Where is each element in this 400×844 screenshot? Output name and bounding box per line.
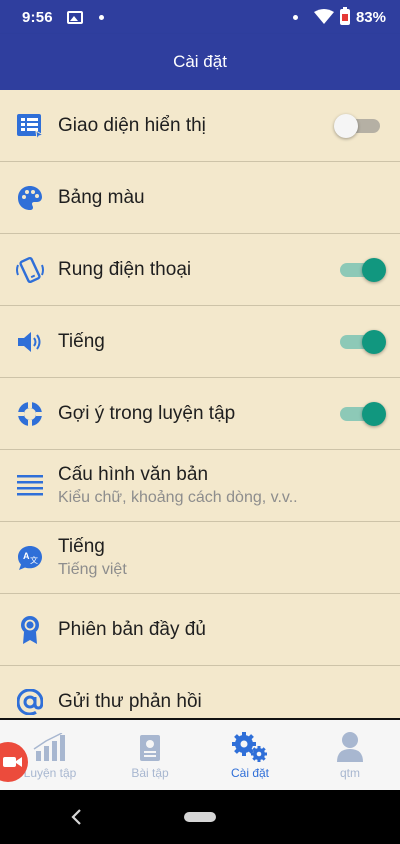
settings-list: Giao diện hiển thị Bảng màu Rung điện th bbox=[0, 90, 400, 720]
setting-subtitle: Tiếng việt bbox=[58, 561, 127, 578]
page-title: Cài đặt bbox=[173, 52, 227, 71]
video-camera-icon bbox=[3, 757, 22, 767]
wifi-icon bbox=[313, 9, 334, 24]
setting-hints[interactable]: Gợi ý trong luyện tập bbox=[0, 378, 400, 450]
nav-tab-settings[interactable]: Cài đặt bbox=[200, 720, 300, 790]
translate-icon: A 文 bbox=[18, 545, 42, 570]
setting-title: Phiên bản đầy đủ bbox=[58, 618, 206, 640]
home-pill[interactable] bbox=[184, 812, 216, 822]
nav-label: Cài đặt bbox=[230, 766, 270, 780]
text-lines-icon bbox=[17, 474, 43, 495]
toggle-knob bbox=[362, 329, 386, 354]
at-sign-icon bbox=[17, 688, 43, 715]
phone-vibrate-icon bbox=[16, 256, 44, 283]
setting-full-version[interactable]: Phiên bản đầy đủ bbox=[0, 594, 400, 666]
setting-palette[interactable]: Bảng màu bbox=[0, 162, 400, 234]
gallery-notification-icon bbox=[66, 10, 83, 24]
nav-label: qtm bbox=[339, 766, 360, 780]
setting-subtitle: Kiểu chữ, khoảng cách dòng, v.v.. bbox=[58, 489, 298, 506]
exercise-book-icon bbox=[140, 735, 160, 761]
setting-title: Bảng màu bbox=[58, 186, 145, 208]
svg-text:A: A bbox=[23, 551, 30, 561]
display-toggle[interactable] bbox=[334, 113, 380, 138]
back-icon[interactable] bbox=[70, 808, 82, 826]
award-badge-icon bbox=[21, 615, 39, 644]
notification-dot-icon bbox=[98, 14, 104, 20]
app-bar: Cài đặt bbox=[0, 34, 400, 90]
setting-title: Gửi thư phản hồi bbox=[58, 690, 202, 712]
setting-title: Cấu hình văn bản bbox=[58, 464, 209, 485]
hints-toggle[interactable] bbox=[340, 401, 386, 426]
battery-percent: 83% bbox=[355, 8, 386, 26]
bottom-nav: Luyện tập Bài tập Cài đặt qtm bbox=[0, 720, 400, 790]
nav-tab-profile[interactable]: qtm bbox=[300, 720, 400, 790]
display-list-icon bbox=[17, 113, 44, 139]
system-nav-bar bbox=[0, 790, 400, 844]
status-bar: 9:56 83% bbox=[0, 0, 400, 34]
svg-text:文: 文 bbox=[30, 555, 38, 565]
palette-icon bbox=[18, 185, 42, 210]
nav-label: Bài tập bbox=[131, 766, 169, 780]
toggle-knob bbox=[362, 401, 386, 426]
sound-toggle[interactable] bbox=[340, 329, 386, 354]
status-time: 9:56 bbox=[22, 8, 53, 26]
setting-language[interactable]: A 文 Tiếng Tiếng việt bbox=[0, 522, 400, 594]
setting-text-config[interactable]: Cấu hình văn bản Kiểu chữ, khoảng cách d… bbox=[0, 450, 400, 522]
setting-title: Tiếng bbox=[58, 536, 105, 557]
setting-sound[interactable]: Tiếng bbox=[0, 306, 400, 378]
nav-tab-exercises[interactable]: Bài tập bbox=[100, 720, 200, 790]
user-icon bbox=[337, 732, 363, 762]
vibrate-toggle[interactable] bbox=[340, 257, 386, 282]
setting-vibrate[interactable]: Rung điện thoại bbox=[0, 234, 400, 306]
progress-chart-icon bbox=[33, 733, 65, 761]
nav-label: Luyện tập bbox=[23, 766, 77, 780]
setting-display[interactable]: Giao diện hiển thị bbox=[0, 90, 400, 162]
toggle-knob bbox=[334, 113, 358, 138]
toggle-knob bbox=[362, 257, 386, 282]
setting-feedback[interactable]: Gửi thư phản hồi bbox=[0, 666, 400, 720]
status-dot-icon bbox=[292, 14, 298, 20]
speaker-icon bbox=[18, 331, 41, 352]
battery-icon bbox=[339, 7, 350, 25]
gears-icon bbox=[232, 732, 267, 762]
lifebuoy-icon bbox=[17, 400, 43, 427]
